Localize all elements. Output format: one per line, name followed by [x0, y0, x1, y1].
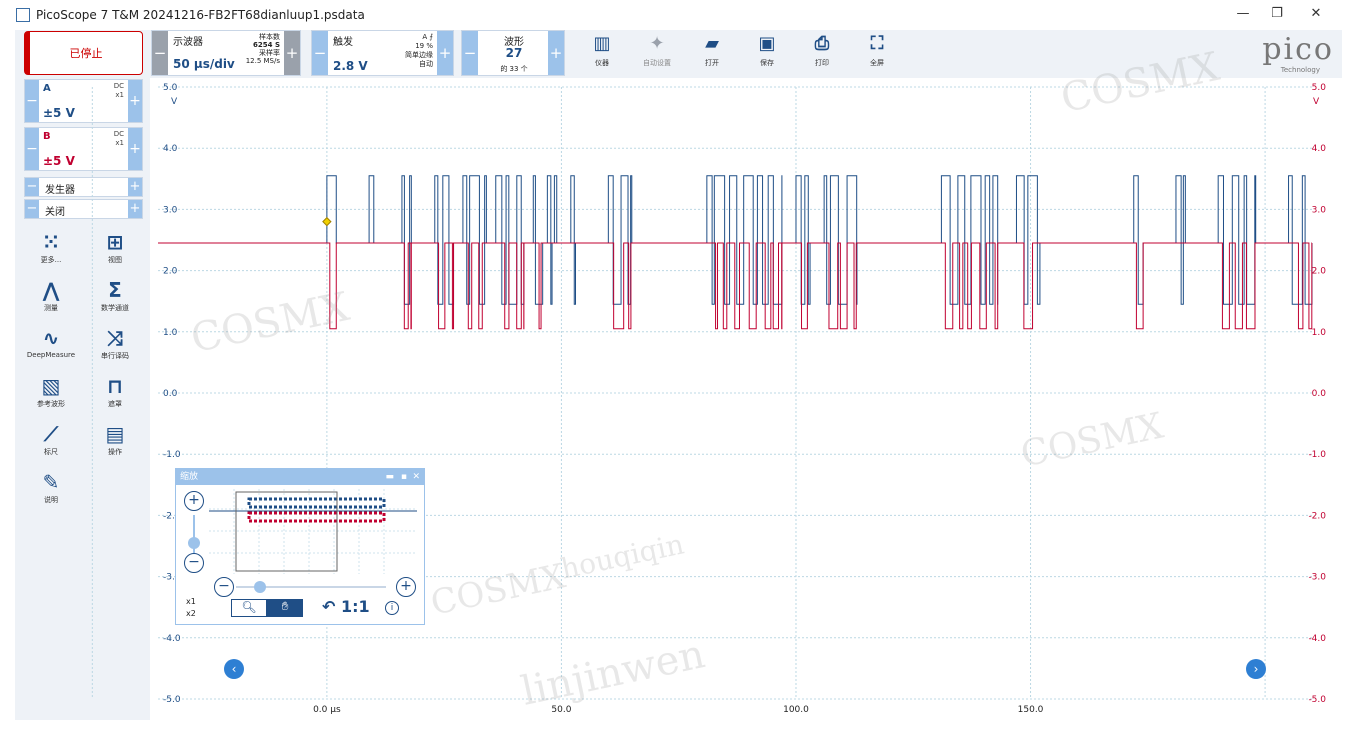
- y-tick-label-left: -4.0: [163, 634, 181, 644]
- zoom-tool-button[interactable]: 🔍︎: [231, 599, 267, 617]
- zoom-in-vertical-button[interactable]: +: [184, 491, 204, 511]
- zoom-header: 缩放 ▬ ▪ ✕: [176, 469, 424, 485]
- zoom-mini-plot[interactable]: [209, 489, 417, 574]
- y-tick-label-left: -1.0: [163, 450, 181, 460]
- scroll-right-button[interactable]: ›: [1246, 659, 1266, 679]
- zoom-x1-label: x1: [186, 597, 196, 606]
- zoom-out-vertical-button[interactable]: −: [184, 553, 204, 573]
- y-tick-label-left: 0.0: [163, 389, 178, 399]
- scroll-left-button[interactable]: ‹: [224, 659, 244, 679]
- y-tick-label-right: 4.0: [1312, 144, 1327, 154]
- magnifier-icon: 🔍︎: [241, 600, 257, 614]
- zoom-x2-label: x2: [186, 609, 196, 618]
- zoom-out-horizontal-button[interactable]: −: [214, 577, 234, 597]
- horizontal-zoom-handle[interactable]: [254, 581, 266, 593]
- trigger-marker-icon: [322, 216, 332, 227]
- y-tick-label-right: 5.0: [1312, 83, 1327, 93]
- y-tick-label-left: 4.0: [163, 144, 178, 154]
- x-tick-label: 0.0 μs: [313, 705, 341, 715]
- zoom-title: 缩放: [180, 472, 199, 482]
- zoom-reset-button[interactable]: ↶ 1:1: [322, 597, 370, 616]
- zoom-overview-panel[interactable]: 缩放 ▬ ▪ ✕ + − x1 x2 − + 🔍︎ ✋︎ ↶ 1:1 i: [175, 468, 425, 625]
- y-tick-label-right: -1.0: [1308, 450, 1326, 460]
- y-unit-right: V: [1313, 97, 1320, 107]
- y-tick-label-left: -5.0: [163, 695, 181, 705]
- y-tick-label-left: 3.0: [163, 205, 178, 215]
- pan-tool-button[interactable]: ✋︎: [267, 599, 303, 617]
- info-icon[interactable]: i: [385, 601, 399, 615]
- vertical-zoom-handle[interactable]: [188, 537, 200, 549]
- y-tick-label-right: -4.0: [1308, 634, 1326, 644]
- y-tick-label-right: 3.0: [1312, 205, 1327, 215]
- y-tick-label-left: 2.0: [163, 267, 178, 277]
- waveform-channel-b: [158, 242, 1313, 330]
- undo-icon: ↶: [322, 597, 336, 616]
- restore-icon[interactable]: ▪: [401, 469, 407, 485]
- zoom-in-horizontal-button[interactable]: +: [396, 577, 416, 597]
- y-tick-label-right: 2.0: [1312, 267, 1327, 277]
- zoom-ratio: 1:1: [340, 597, 370, 616]
- y-tick-label-right: 0.0: [1312, 389, 1327, 399]
- y-tick-label-left: 1.0: [163, 328, 178, 338]
- x-tick-label: 150.0: [1018, 705, 1044, 715]
- y-tick-label-right: -3.0: [1308, 573, 1326, 583]
- hand-icon: ✋︎: [281, 599, 289, 613]
- y-tick-label-right: -5.0: [1308, 695, 1326, 705]
- x-tick-label: 50.0: [551, 705, 571, 715]
- x-tick-label: 100.0: [783, 705, 809, 715]
- y-tick-label-left: 5.0: [163, 83, 178, 93]
- close-icon[interactable]: ✕: [412, 469, 420, 485]
- y-tick-label-right: 1.0: [1312, 328, 1327, 338]
- minimize-icon[interactable]: ▬: [385, 469, 394, 485]
- y-tick-label-right: -2.0: [1308, 511, 1326, 521]
- vertical-zoom-track[interactable]: [193, 515, 195, 555]
- y-unit-left: V: [171, 97, 178, 107]
